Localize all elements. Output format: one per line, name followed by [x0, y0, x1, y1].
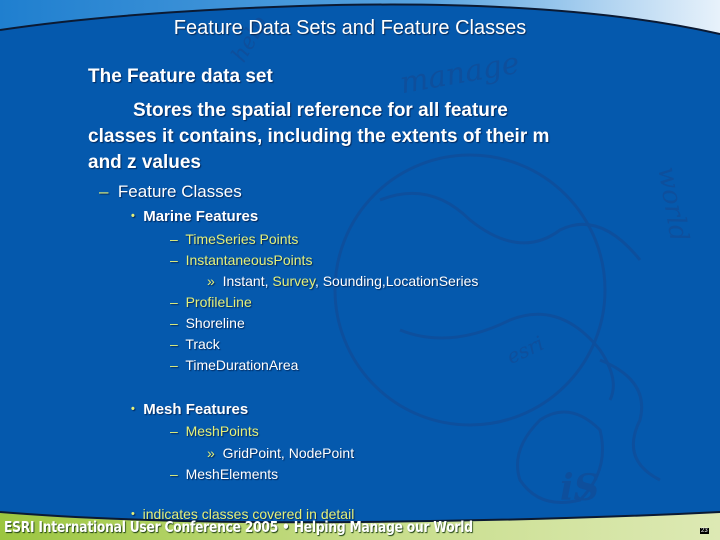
slide-title: Feature Data Sets and Feature Classes: [173, 17, 527, 39]
list-item-marine-features: • Marine Features: [131, 208, 259, 225]
heading-feature-data-set: The Feature data set: [88, 66, 273, 87]
svg-text:iS: iS: [560, 467, 600, 509]
list-item-feature-classes: – Feature Classes: [99, 182, 242, 201]
list-item-meshpoints-subtypes: » GridPoint, NodePoint: [207, 445, 355, 461]
conference-footer: ESRI International User Conference 2005 …: [4, 518, 473, 536]
list-item-mesh-features: • Mesh Features: [131, 401, 249, 418]
list-item-meshelements: – MeshElements: [170, 466, 279, 482]
list-item-meshpoints: – MeshPoints: [170, 423, 259, 439]
list-item-instantaneous-subtypes: » Instant, Survey, Sounding,LocationSeri…: [207, 273, 479, 289]
list-item-instantaneous-points: – InstantaneousPoints: [170, 252, 313, 268]
description-line-1: Stores the spatial reference for all fea…: [133, 100, 508, 121]
list-item-timedurationarea: – TimeDurationArea: [170, 357, 299, 373]
highlight-survey: Survey: [272, 273, 315, 289]
description-line-2: classes it contains, including the exten…: [88, 126, 550, 147]
bullet-marker: •: [131, 403, 135, 415]
list-item-track: – Track: [170, 336, 220, 352]
description-line-3: and z values: [88, 152, 201, 173]
list-item-timeseries-points: – TimeSeries Points: [170, 231, 299, 247]
dash-marker: –: [99, 182, 109, 201]
list-item-profileline: – ProfileLine: [170, 294, 252, 310]
page-number: 23: [700, 528, 709, 534]
slide: help manage world esri iS Feature Data S…: [0, 0, 720, 540]
list-item-shoreline: – Shoreline: [170, 315, 245, 331]
bullet-marker: •: [131, 210, 135, 222]
